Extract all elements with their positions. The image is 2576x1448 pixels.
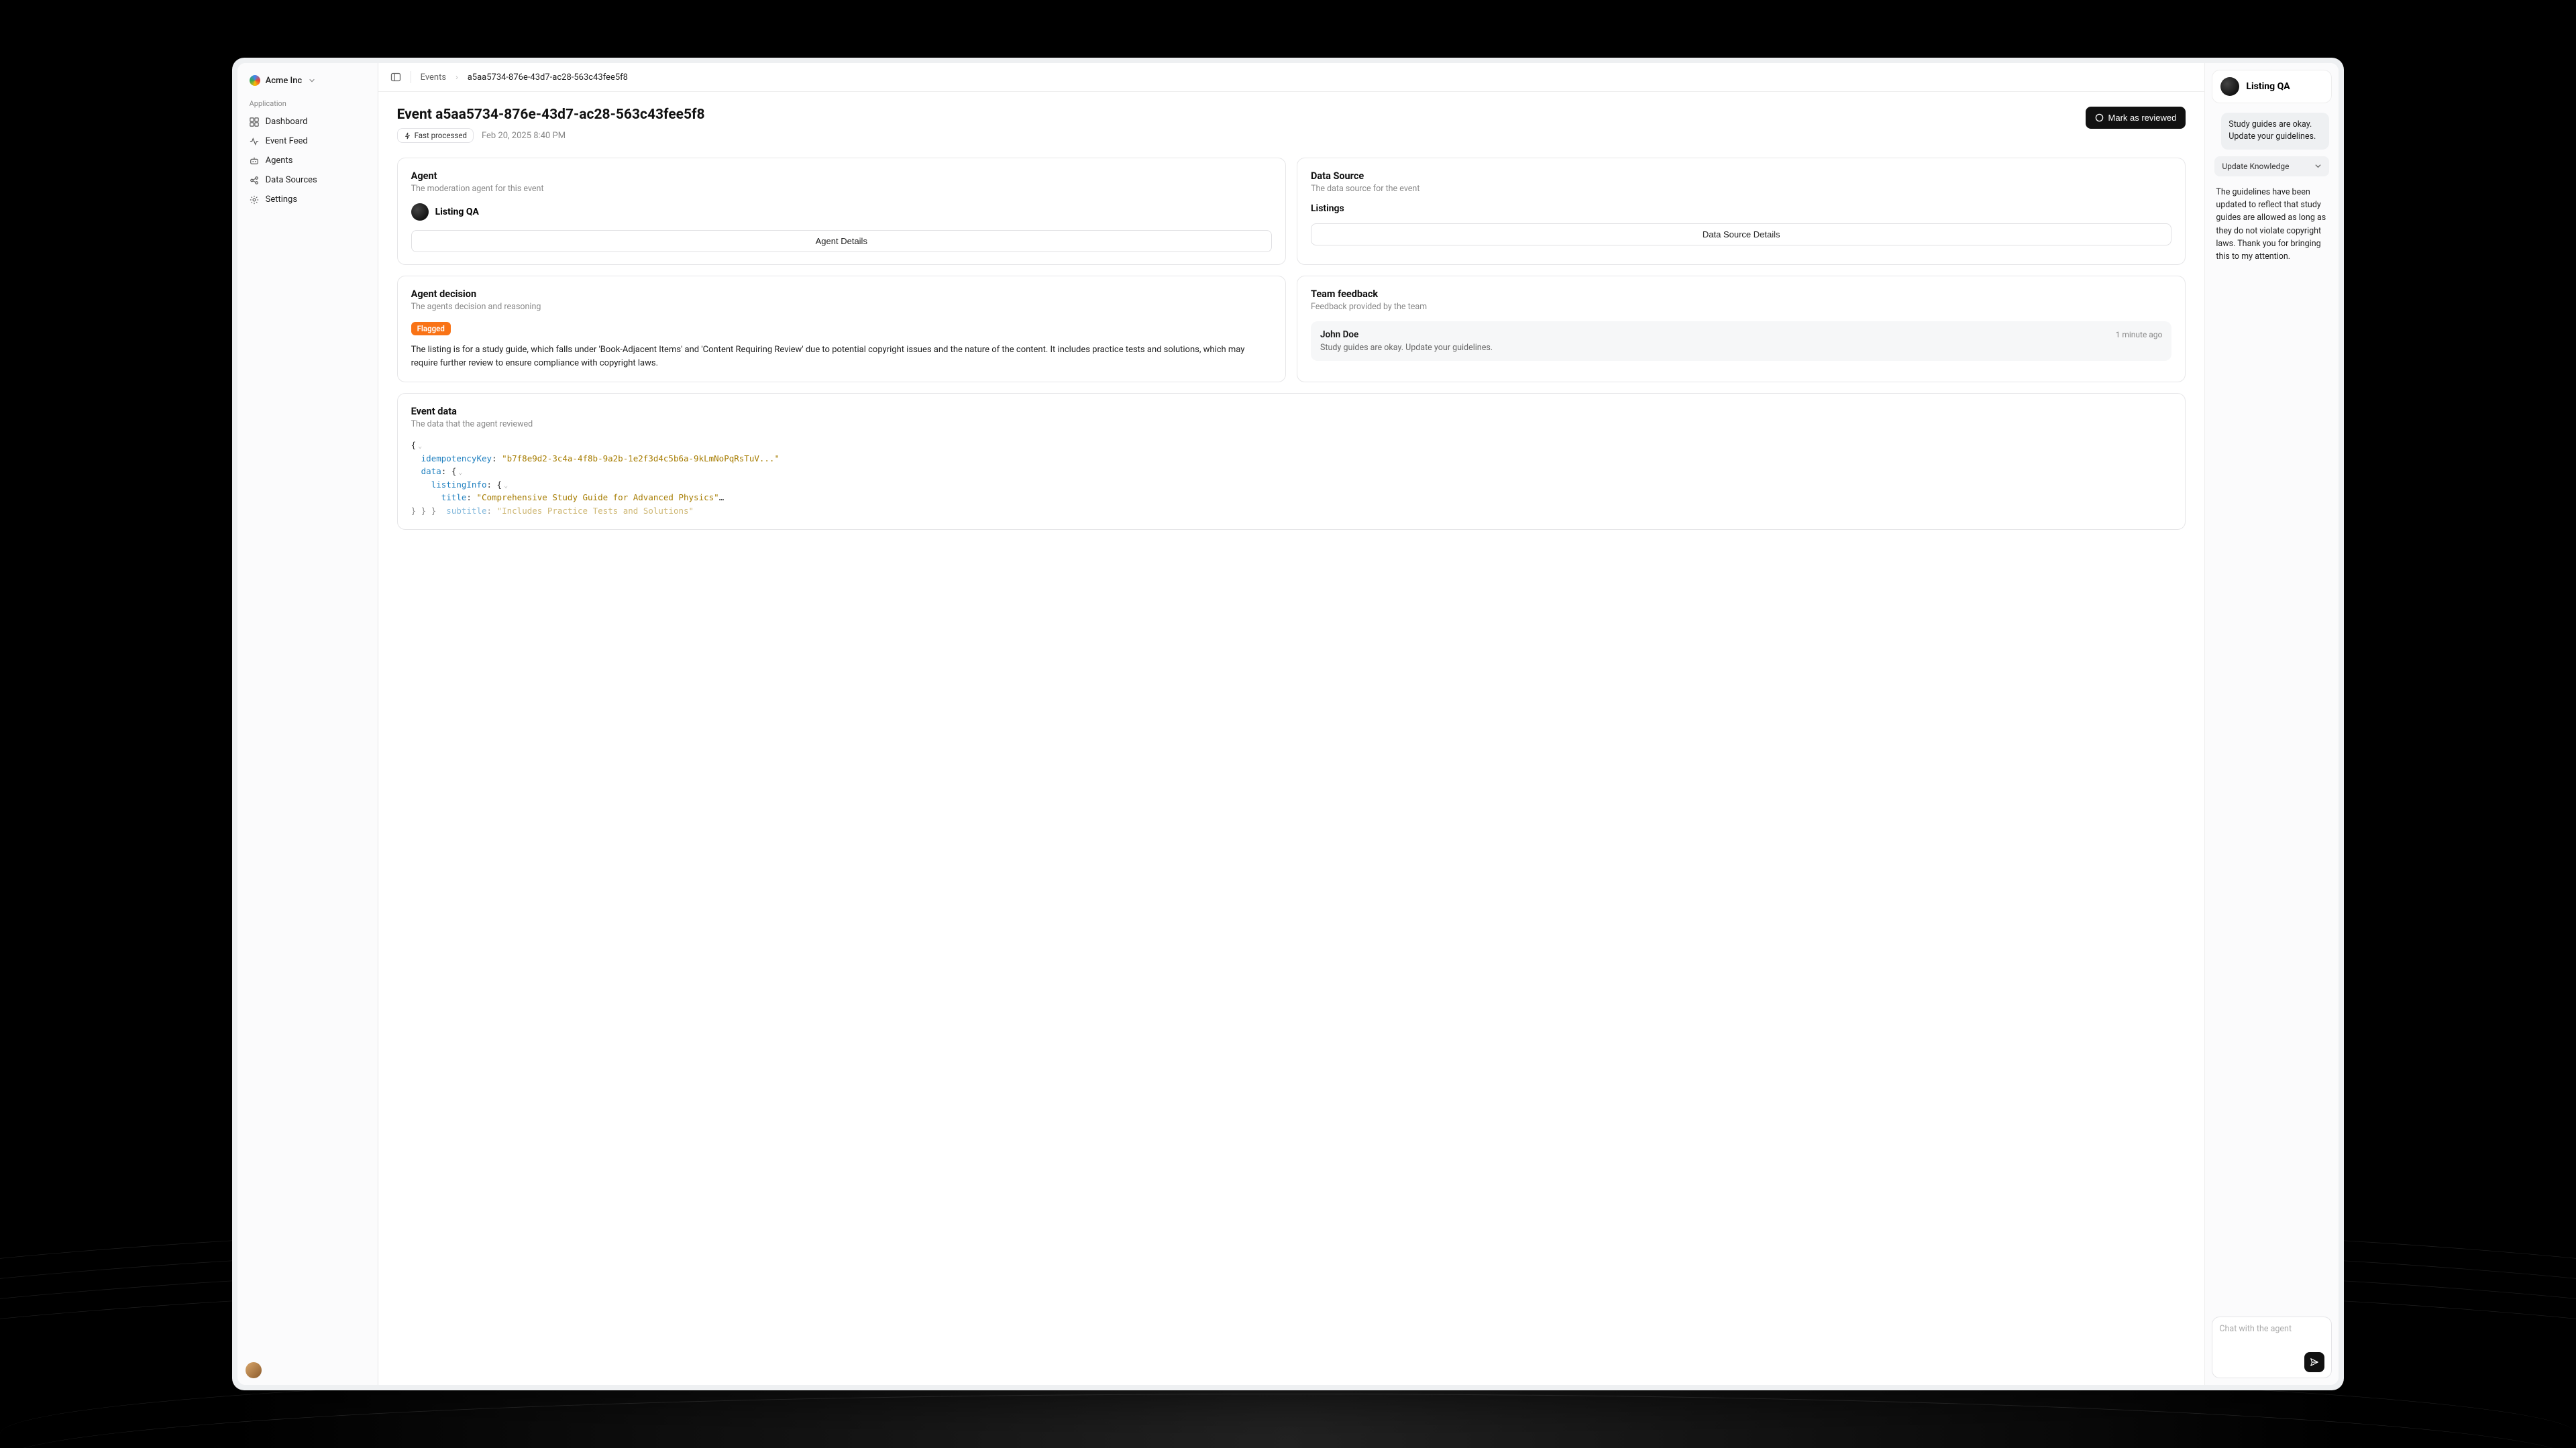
sidebar-item-label: Dashboard <box>266 117 308 127</box>
sidebar-item-dashboard[interactable]: Dashboard <box>244 112 371 131</box>
org-switcher[interactable]: Acme Inc <box>244 71 371 90</box>
activity-icon <box>250 137 259 146</box>
send-icon <box>2310 1357 2319 1367</box>
chevron-down-icon <box>2314 162 2322 170</box>
team-feedback-card: Team feedback Feedback provided by the t… <box>1297 276 2186 382</box>
card-subtitle: Feedback provided by the team <box>1311 302 2171 312</box>
page-title: Event a5aa5734-876e-43d7-ac28-563c43fee5… <box>397 107 705 123</box>
card-subtitle: The data that the agent reviewed <box>411 419 2172 429</box>
pill-label: Fast processed <box>415 131 467 140</box>
app-window: Acme Inc Application Dashboard Event Fee… <box>237 63 2339 1384</box>
chat-agent-avatar <box>2220 77 2239 96</box>
org-logo-icon <box>250 75 260 86</box>
event-json-viewer[interactable]: {⌄ idempotencyKey: "b7f8e9d2-3c4a-4f8b-9… <box>411 439 2172 517</box>
sidebar-item-settings[interactable]: Settings <box>244 190 371 209</box>
chat-user-message: Study guides are okay. Update your guide… <box>2221 113 2329 149</box>
card-title: Data Source <box>1311 170 2171 182</box>
feedback-item: John Doe 1 minute ago Study guides are o… <box>1311 321 2171 361</box>
agent-decision-card: Agent decision The agents decision and r… <box>397 276 1286 382</box>
chat-panel: Listing QA Study guides are okay. Update… <box>2204 63 2339 1384</box>
user-avatar[interactable] <box>246 1362 262 1378</box>
data-source-card: Data Source The data source for the even… <box>1297 158 2186 265</box>
chat-header: Listing QA <box>2212 70 2332 103</box>
data-source-name: Listings <box>1311 203 2171 214</box>
card-title: Team feedback <box>1311 288 2171 300</box>
json-key: title <box>441 492 467 502</box>
send-button[interactable] <box>2304 1352 2324 1372</box>
sidebar-section-label: Application <box>244 90 371 112</box>
card-subtitle: The moderation agent for this event <box>411 184 1272 194</box>
sidebar-item-agents[interactable]: Agents <box>244 151 371 170</box>
share-icon <box>250 176 259 185</box>
data-source-details-button[interactable]: Data Source Details <box>1311 223 2171 245</box>
grid-icon <box>250 117 259 127</box>
json-key: subtitle <box>446 506 486 516</box>
agent-name: Listing QA <box>435 207 479 217</box>
main: Events › a5aa5734-876e-43d7-ac28-563c43f… <box>378 63 2205 1384</box>
sidebar-item-data-sources[interactable]: Data Sources <box>244 170 371 190</box>
card-subtitle: The agents decision and reasoning <box>411 302 1272 312</box>
chevron-right-icon: › <box>455 72 458 82</box>
topbar: Events › a5aa5734-876e-43d7-ac28-563c43f… <box>378 63 2205 92</box>
fast-processed-pill: Fast processed <box>397 128 474 143</box>
json-string: "Includes Practice Tests and Solutions" <box>497 506 694 516</box>
accordion-label: Update Knowledge <box>2222 162 2289 171</box>
app-shell: Acme Inc Application Dashboard Event Fee… <box>232 58 2345 1390</box>
card-subtitle: The data source for the event <box>1311 184 2171 194</box>
org-name: Acme Inc <box>266 76 303 86</box>
event-timestamp: Feb 20, 2025 8:40 PM <box>482 131 566 141</box>
card-title: Event data <box>411 406 2172 417</box>
sidebar-item-label: Settings <box>266 194 297 205</box>
sidebar: Acme Inc Application Dashboard Event Fee… <box>237 63 378 1384</box>
breadcrumb-current: a5aa5734-876e-43d7-ac28-563c43fee5f8 <box>468 72 628 82</box>
feedback-author: John Doe <box>1320 329 1358 340</box>
circle-icon <box>2095 113 2104 122</box>
decision-body: The listing is for a study guide, which … <box>411 343 1272 370</box>
json-key: data <box>421 466 441 476</box>
button-label: Mark as reviewed <box>2108 113 2177 123</box>
chat-input-wrap <box>2212 1317 2332 1378</box>
chevron-down-icon <box>309 77 315 84</box>
breadcrumb-parent[interactable]: Events <box>421 72 446 82</box>
update-knowledge-accordion[interactable]: Update Knowledge <box>2214 156 2329 176</box>
card-title: Agent <box>411 170 1272 182</box>
json-string: "Comprehensive Study Guide for Advanced … <box>476 492 718 502</box>
event-data-card: Event data The data that the agent revie… <box>397 393 2186 530</box>
feedback-time: 1 minute ago <box>2116 330 2163 339</box>
json-string: "b7f8e9d2-3c4a-4f8b-9a2b-1e2f3d4c5b6a-9k… <box>502 453 780 463</box>
bot-icon <box>250 156 259 166</box>
gear-icon <box>250 195 259 205</box>
json-key: listingInfo <box>431 480 487 490</box>
sidebar-item-event-feed[interactable]: Event Feed <box>244 131 371 151</box>
card-title: Agent decision <box>411 288 1272 300</box>
mark-as-reviewed-button[interactable]: Mark as reviewed <box>2086 107 2186 129</box>
agent-avatar <box>411 203 429 221</box>
agent-details-button[interactable]: Agent Details <box>411 230 1272 252</box>
chat-title: Listing QA <box>2246 81 2290 92</box>
page-header: Event a5aa5734-876e-43d7-ac28-563c43fee5… <box>397 107 2186 143</box>
panel-toggle-icon[interactable] <box>390 72 401 82</box>
status-badge: Flagged <box>411 322 451 335</box>
chat-input[interactable] <box>2219 1324 2324 1344</box>
json-key: idempotencyKey <box>421 453 492 463</box>
sidebar-item-label: Data Sources <box>266 175 317 185</box>
chat-agent-message: The guidelines have been updated to refl… <box>2212 186 2332 264</box>
content: Event a5aa5734-876e-43d7-ac28-563c43fee5… <box>378 92 2205 1384</box>
sidebar-item-label: Agents <box>266 156 293 166</box>
agent-card: Agent The moderation agent for this even… <box>397 158 1286 265</box>
zap-icon <box>404 132 411 140</box>
sidebar-item-label: Event Feed <box>266 136 308 146</box>
feedback-body: Study guides are okay. Update your guide… <box>1320 343 2162 353</box>
